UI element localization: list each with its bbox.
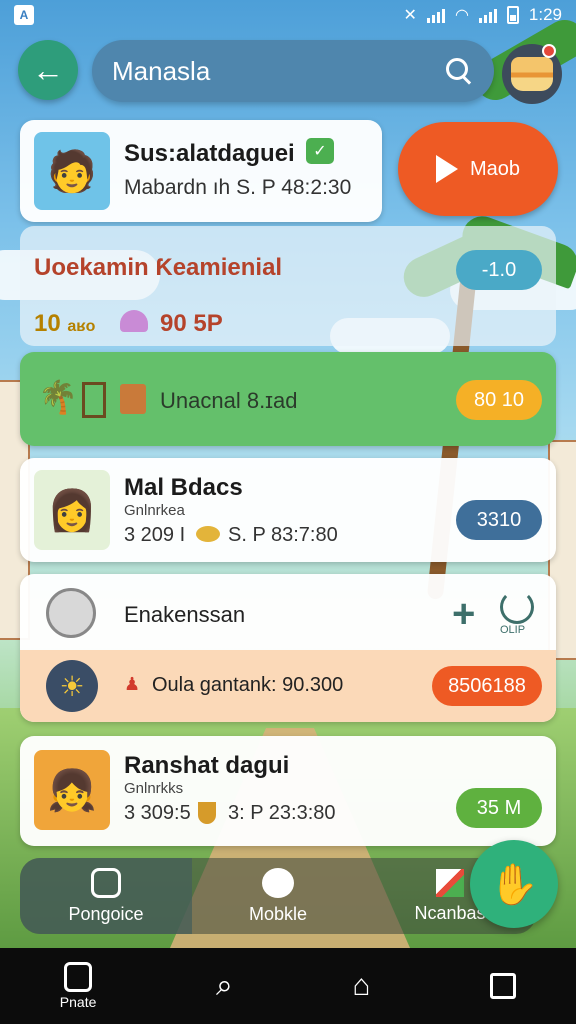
signal-icon <box>426 7 445 23</box>
signal-icon-2 <box>478 7 497 23</box>
play-icon <box>435 155 458 183</box>
activity-card[interactable]: Enakenssan + OLIP ☀ ♟ Oula gantank: 90.3… <box>20 574 556 722</box>
chat-icon <box>262 867 294 898</box>
app-notification-icon: A <box>14 5 34 25</box>
trophy-icon <box>198 802 216 824</box>
bottom-nav: Pongoice Mobkle Ncanbas <box>20 858 536 934</box>
list-item-detail: 3 309:5 <box>124 802 191 824</box>
list-item-badge[interactable]: 35 M <box>456 788 542 828</box>
avatar: 👩 <box>34 470 110 550</box>
activity-sub-band: ☀ ♟ Oula gantank: 90.300 8506188 <box>20 650 556 722</box>
system-home[interactable]: ⌂ <box>352 969 370 1003</box>
list-item-detail2: 3: P 23:3:80 <box>228 802 336 824</box>
notification-dot <box>542 44 556 58</box>
search-icon[interactable] <box>444 56 474 86</box>
avatar: 🧑 <box>34 132 110 210</box>
verified-icon: ✓ <box>306 138 334 164</box>
green-card-label: Unacnal 8.ɪad <box>160 388 298 413</box>
green-card-badge[interactable]: 80 10 <box>456 380 542 420</box>
system-nav-bar: Pnate ⌕ ⌂ <box>0 948 576 1024</box>
list-item-small: Gnlnrkea <box>124 502 185 519</box>
wifi-icon: ◠ <box>454 7 469 24</box>
home-icon: ⌂ <box>352 969 371 1002</box>
refresh-icon[interactable] <box>500 590 534 624</box>
status-time: 1:29 <box>528 5 562 24</box>
nav-item-pongoice[interactable]: Pongoice <box>20 858 192 934</box>
fab-button[interactable]: ✋ <box>470 840 558 928</box>
search-input[interactable]: Manasla <box>112 56 444 87</box>
list-item-badge[interactable]: 3310 <box>456 500 542 540</box>
palm-tree-icon: 🌴 <box>38 379 78 415</box>
basket-icon <box>120 384 146 414</box>
nav-item-mobkle[interactable]: Mobkle <box>192 858 364 934</box>
coin-icon <box>196 526 220 542</box>
info-card: Uoekamin Ƙeamienial -1.0 10 aʁo 90 5P <box>20 226 556 346</box>
list-item[interactable]: 👩 Mal Bdacs Gnlnrkea 3 209 I S. P 83:7:8… <box>20 458 556 562</box>
book-icon <box>436 868 464 897</box>
system-home-label: Pnate <box>59 994 97 1010</box>
system-search[interactable]: ⌕ <box>216 969 233 1003</box>
info-badge[interactable]: -1.0 <box>456 250 542 290</box>
list-item-detail2: S. P 83:7:80 <box>228 524 338 546</box>
list-item[interactable]: 👧 Ranshat dagui Gnlnrkks 3 309:5 3: P 23… <box>20 736 556 846</box>
info-heading: Uoekamin Ƙeamienial <box>34 254 283 281</box>
battery-icon <box>506 6 519 24</box>
stat-left-unit: aʁo <box>67 318 96 335</box>
list-item-detail: 3 209 I <box>124 524 186 546</box>
clock-icon <box>46 588 96 638</box>
nav-label: Pongoice <box>68 903 144 924</box>
profile-button[interactable] <box>502 44 562 104</box>
system-recents[interactable] <box>490 973 517 999</box>
green-card[interactable]: 🌴 Unacnal 8.ɪad 80 10 <box>20 352 556 446</box>
stat-left-value: 10 <box>34 310 61 337</box>
tower-icon <box>82 382 106 418</box>
list-item-small: Gnlnrkks <box>124 780 184 797</box>
play-label: Maob <box>469 157 521 180</box>
activity-badge[interactable]: 8506188 <box>432 666 542 706</box>
cake-icon <box>511 57 553 91</box>
featured-subtitle: Mabardn ıh S. P 48:2:30 <box>124 176 352 199</box>
hat-icon <box>120 310 148 332</box>
list-item-title: Mal Bdacs <box>124 474 243 501</box>
person-icon: ♟ <box>124 674 141 694</box>
info-stat-left: 10 aʁo <box>34 310 95 338</box>
activity-sub-label: Oula gantank: 90.300 <box>152 674 344 696</box>
map-icon <box>91 867 121 898</box>
sun-badge-icon: ☀ <box>46 660 98 712</box>
play-button[interactable]: Maob <box>398 122 558 216</box>
arrow-left-icon: ← <box>32 51 64 88</box>
status-bar: A ✕ ◠ 1:29 <box>0 0 576 30</box>
nav-label: Mobkle <box>248 903 308 924</box>
gesture-icon: ✋ <box>489 862 539 907</box>
activity-title: Enakenssan <box>124 602 246 627</box>
refresh-label: OLIP <box>500 624 526 636</box>
add-icon[interactable]: + <box>452 594 475 634</box>
info-stat-right: 90 5P <box>160 310 223 337</box>
back-button[interactable]: ← <box>18 40 78 100</box>
search-icon: ⌕ <box>216 969 233 1002</box>
system-home-tab[interactable]: Pnate <box>59 962 97 1010</box>
featured-title: Sus:alatdaguei <box>124 140 295 167</box>
recents-icon <box>490 973 517 999</box>
avatar: 👧 <box>34 750 110 830</box>
list-item-title: Ranshat dagui <box>124 752 290 779</box>
document-icon <box>64 962 93 992</box>
mute-icon: ✕ <box>403 7 417 24</box>
search-bar[interactable]: Manasla <box>92 40 494 102</box>
featured-card[interactable]: 🧑 Sus:alatdaguei ✓ Mabardn ıh S. P 48:2:… <box>20 120 382 222</box>
